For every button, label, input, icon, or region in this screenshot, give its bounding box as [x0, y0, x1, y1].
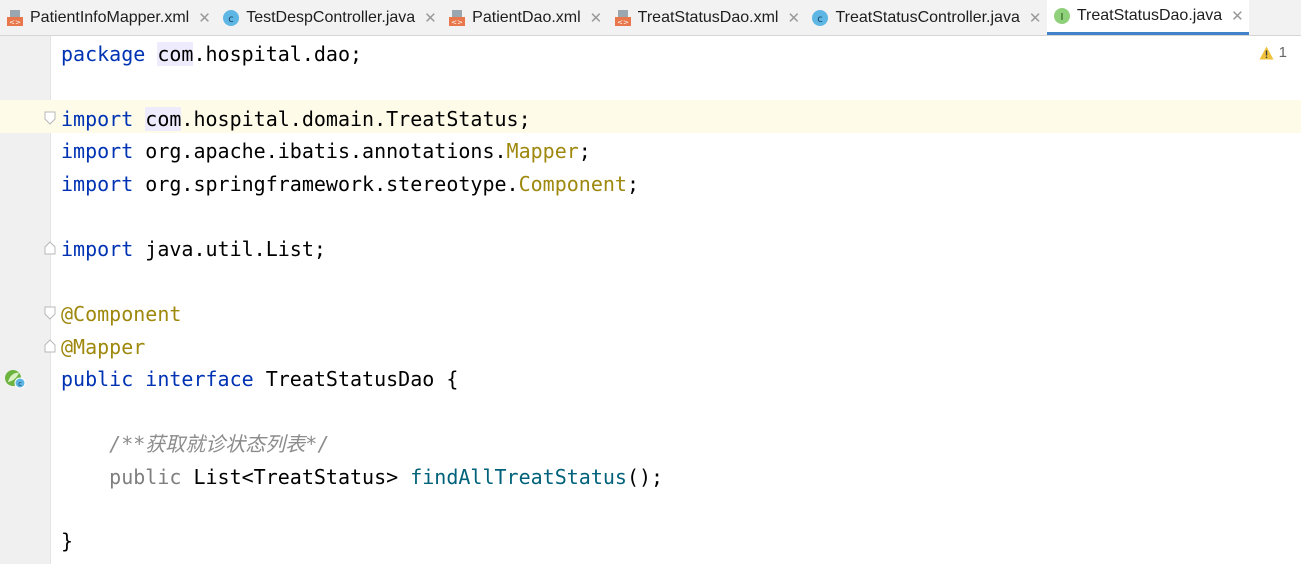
code-line-9: @Component: [61, 302, 182, 326]
close-icon[interactable]: ✕: [424, 9, 437, 27]
fold-icon[interactable]: [44, 111, 56, 125]
close-icon[interactable]: ✕: [1029, 9, 1042, 27]
tab-label: TestDespController.java: [246, 8, 416, 26]
fold-end-icon[interactable]: [44, 339, 56, 353]
spring-bean-icon[interactable]: c: [4, 369, 26, 389]
close-icon[interactable]: ✕: [1231, 7, 1244, 25]
tab-patientdao-xml[interactable]: <> PatientDao.xml ✕: [442, 0, 608, 35]
java-class-icon: c: [223, 9, 240, 26]
close-icon[interactable]: ✕: [590, 9, 603, 27]
code-line-16: }: [61, 529, 74, 553]
tab-label: TreatStatusDao.java: [1076, 7, 1223, 24]
tab-treatstatuscontroller-java[interactable]: c TreatStatusController.java ✕: [805, 0, 1046, 35]
xml-file-icon: <>: [7, 9, 23, 26]
code-line-11: public interface TreatStatusDao {: [61, 367, 459, 391]
tab-label: PatientDao.xml: [472, 8, 581, 26]
error-stripe[interactable]: [1287, 36, 1301, 564]
tab-label: TreatStatusController.java: [835, 8, 1020, 26]
code-line-14: public List<TreatStatus> findAllTreatSta…: [109, 465, 664, 489]
inspection-widget[interactable]: 1: [1259, 44, 1287, 61]
warning-icon: [1259, 46, 1274, 59]
code-line-13: /**获取就诊状态列表*/: [109, 432, 330, 456]
svg-text:c: c: [818, 14, 824, 25]
code-line-7: import java.util.List;: [61, 237, 326, 261]
svg-text:<>: <>: [617, 18, 629, 26]
xml-file-icon: <>: [614, 9, 631, 26]
java-interface-icon: I: [1053, 8, 1070, 24]
code-line-1: package com.hospital.dao;: [61, 42, 363, 66]
warning-count: 1: [1278, 44, 1287, 61]
svg-text:c: c: [18, 380, 22, 388]
code-line-10: @Mapper: [61, 335, 146, 359]
tab-label: PatientInfoMapper.xml: [30, 8, 190, 26]
tab-testdespcontroller-java[interactable]: c TestDespController.java ✕: [216, 0, 442, 35]
svg-text:c: c: [228, 14, 234, 25]
fold-icon[interactable]: [44, 306, 56, 320]
tab-treatstatusdao-xml[interactable]: <> TreatStatusDao.xml ✕: [608, 0, 806, 35]
code-line-4: import org.apache.ibatis.annotations.Map…: [61, 139, 591, 163]
fold-end-icon[interactable]: [44, 241, 56, 255]
tab-label: TreatStatusDao.xml: [637, 8, 779, 26]
tab-patientinfomapper-xml[interactable]: <> PatientInfoMapper.xml ✕: [0, 0, 216, 35]
code-line-3: import com.hospital.domain.TreatStatus;: [61, 107, 531, 131]
xml-file-icon: <>: [449, 9, 466, 26]
code-line-5: import org.springframework.stereotype.Co…: [61, 172, 639, 196]
java-class-icon: c: [812, 9, 829, 26]
close-icon[interactable]: ✕: [198, 9, 211, 27]
svg-text:I: I: [1060, 12, 1063, 23]
svg-text:<>: <>: [451, 18, 463, 26]
tab-treatstatusdao-java[interactable]: I TreatStatusDao.java ✕: [1046, 0, 1250, 35]
svg-text:<>: <>: [9, 18, 21, 26]
close-icon[interactable]: ✕: [787, 9, 800, 27]
editor-tab-bar: <> PatientInfoMapper.xml ✕ c TestDespCon…: [0, 0, 1301, 36]
